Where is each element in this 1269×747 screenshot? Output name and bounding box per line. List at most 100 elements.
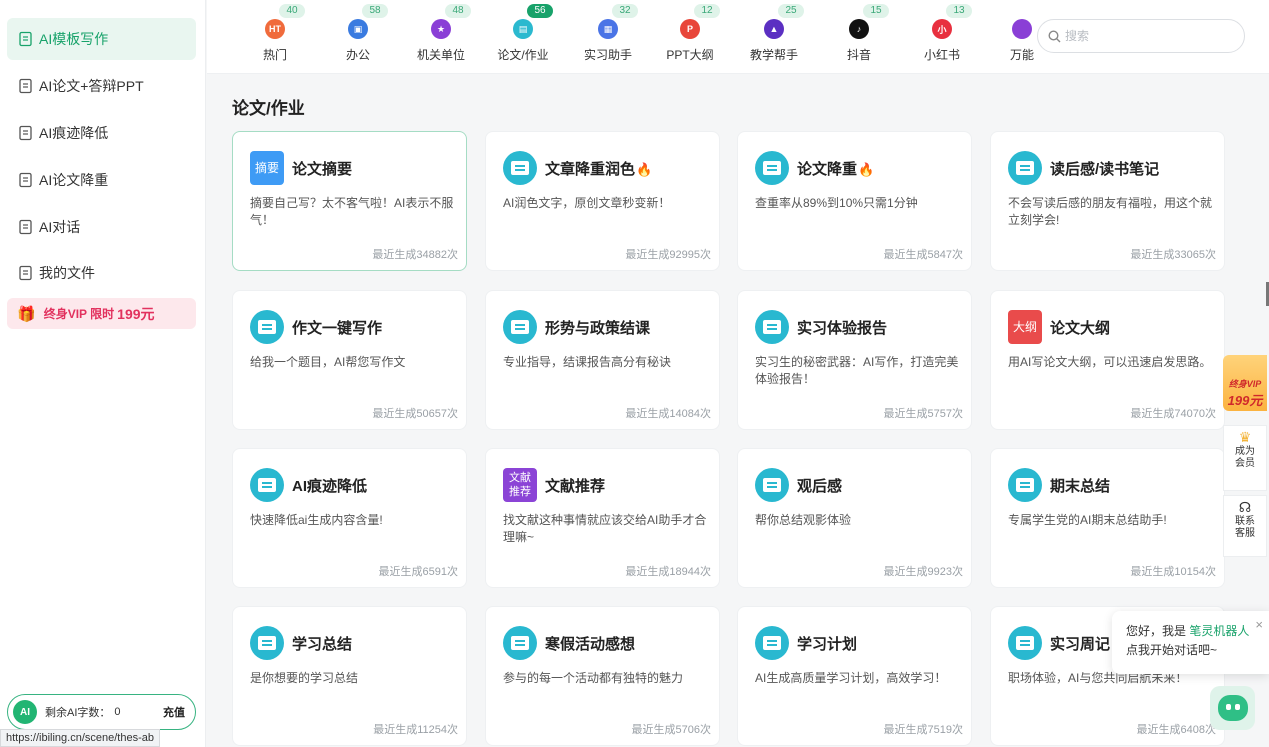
category-tab-1[interactable]: 58 ▣ 办公 bbox=[323, 0, 393, 73]
template-card-desc: 是你想要的学习总结 bbox=[250, 671, 359, 685]
template-card-usage: 最近生成14084次 bbox=[625, 408, 711, 420]
category-label: 万能 bbox=[1009, 48, 1034, 62]
template-card-title-wrap: 期末总结 bbox=[1050, 475, 1110, 496]
chat-greeting-bubble[interactable]: × 您好，我是 笔灵机器人 点我开始对话吧~ bbox=[1112, 611, 1269, 674]
recharge-button[interactable]: 充值 bbox=[163, 704, 185, 720]
template-card-title: 文献推荐 bbox=[545, 478, 606, 495]
fire-icon: 🔥 bbox=[858, 162, 875, 177]
template-card[interactable]: 论文降重🔥 查重率从89%到10%只需1分钟 最近生成5847次 bbox=[737, 131, 972, 271]
template-card-title: 观后感 bbox=[797, 478, 843, 495]
category-icon: HT bbox=[265, 19, 285, 39]
sidebar-item-3[interactable]: AI论文降重 bbox=[7, 159, 196, 201]
template-card[interactable]: 大纲 论文大纲 用AI写论文大纲，可以迅速启发思路。 最近生成74070次 bbox=[990, 290, 1225, 430]
template-card[interactable]: 形势与政策结课 专业指导，结课报告高分有秘诀 最近生成14084次 bbox=[485, 290, 720, 430]
template-card-title: 作文一键写作 bbox=[292, 320, 383, 337]
sidebar-item-2[interactable]: AI痕迹降低 bbox=[7, 112, 196, 154]
template-card-title-wrap: 论文摘要 bbox=[292, 158, 352, 179]
sidebar-item-0[interactable]: AI模板写作 bbox=[7, 18, 196, 60]
status-url: https://ibiling.cn/scene/thes-ab bbox=[0, 729, 160, 747]
sidebar-item-4[interactable]: AI对话 bbox=[7, 206, 196, 248]
template-icon bbox=[18, 31, 34, 47]
category-label: 小红书 bbox=[923, 48, 960, 62]
category-icon bbox=[1012, 19, 1032, 39]
template-card-title-wrap: 文献推荐 bbox=[545, 475, 605, 496]
category-tab-2[interactable]: 48 ★ 机关单位 bbox=[406, 0, 476, 73]
sidebar-item-label: AI模板写作 bbox=[39, 31, 109, 47]
search-input[interactable] bbox=[1065, 29, 1225, 43]
template-card-title-wrap: AI痕迹降低 bbox=[292, 475, 367, 496]
sidebar-item-label: AI对话 bbox=[39, 219, 81, 235]
sidebar-item-label: 我的文件 bbox=[39, 265, 95, 281]
template-card-desc: 参与的每一个活动都有独特的魅力 bbox=[503, 671, 684, 685]
category-tab-3[interactable]: 56 ▤ 论文/作业 bbox=[488, 0, 558, 73]
robot-assistant-button[interactable] bbox=[1210, 686, 1255, 730]
template-card-usage: 最近生成33065次 bbox=[1130, 249, 1216, 261]
book-icon bbox=[250, 626, 284, 660]
template-card[interactable]: 摘要 论文摘要 摘要自己写？太不客气啦！AI表示不服气！ 最近生成34882次 bbox=[232, 131, 467, 271]
vip-promo-banner[interactable]: 🎁 终身VIP 限时 199元 bbox=[7, 298, 196, 329]
template-card[interactable]: 读后感/读书笔记 不会写读后感的朋友有福啦，用这个就立刻学会! 最近生成33065次 bbox=[990, 131, 1225, 271]
close-icon[interactable]: × bbox=[1255, 615, 1263, 634]
category-count-badge: 32 bbox=[612, 4, 638, 18]
category-tab-4[interactable]: 32 ▦ 实习助手 bbox=[573, 0, 643, 73]
category-count-badge: 12 bbox=[694, 4, 720, 18]
category-tab-6[interactable]: 25 ▲ 教学帮手 bbox=[739, 0, 809, 73]
template-card[interactable]: 学习总结 是你想要的学习总结 最近生成11254次 bbox=[232, 606, 467, 746]
template-card[interactable]: 文献推荐 文献推荐 找文献这种事情就应该交给AI助手才合理嘛~ 最近生成18944次 bbox=[485, 448, 720, 588]
category-label: 实习助手 bbox=[583, 48, 632, 62]
category-tab-9[interactable]: 万能 bbox=[987, 0, 1057, 73]
vip-float-banner[interactable]: 终身VIP 199元 bbox=[1223, 355, 1267, 411]
book-icon bbox=[755, 151, 789, 185]
template-card[interactable]: 寒假活动感想 参与的每一个活动都有独特的魅力 最近生成5706次 bbox=[485, 606, 720, 746]
become-member-button[interactable]: ♛ 成为会员 bbox=[1223, 425, 1267, 491]
sidebar-item-label: AI论文+答辩PPT bbox=[39, 78, 144, 94]
template-card-title-wrap: 实习体验报告 bbox=[797, 317, 887, 338]
category-label: 论文/作业 bbox=[497, 48, 549, 62]
category-icon: ★ bbox=[431, 19, 451, 39]
template-card-title-wrap: 实习周记 bbox=[1050, 633, 1110, 654]
contact-service-button[interactable]: ☊ 联系客服 bbox=[1223, 495, 1267, 557]
book-icon bbox=[1008, 151, 1042, 185]
template-card[interactable]: 作文一键写作 给我一个题目，AI帮您写作文 最近生成50657次 bbox=[232, 290, 467, 430]
template-card-usage: 最近生成7519次 bbox=[883, 724, 963, 736]
template-card-title: 实习体验报告 bbox=[797, 320, 888, 337]
template-card-title: 寒假活动感想 bbox=[545, 636, 636, 653]
sidebar-item-5[interactable]: 我的文件 bbox=[7, 252, 196, 294]
category-icon: 小 bbox=[932, 19, 952, 39]
sidebar-item-1[interactable]: AI论文+答辩PPT bbox=[7, 65, 196, 107]
book-icon bbox=[250, 310, 284, 344]
book-icon bbox=[755, 626, 789, 660]
template-card-title: AI痕迹降低 bbox=[292, 478, 368, 495]
template-card-usage: 最近生成9923次 bbox=[883, 566, 963, 578]
category-tab-0[interactable]: 40 HT 热门 bbox=[240, 0, 310, 73]
chat-icon bbox=[18, 219, 34, 235]
template-card-desc: 实习生的秘密武器：AI写作，打造完美体验报告！ bbox=[755, 355, 959, 386]
template-card-title: 期末总结 bbox=[1050, 478, 1111, 495]
template-card-desc: 专业指导，结课报告高分有秘诀 bbox=[503, 355, 672, 369]
file-icon bbox=[18, 265, 34, 281]
template-card[interactable]: 实习体验报告实习生的秘密武器：AI写作，打造完美体验报告！ 最近生成5757次 bbox=[737, 290, 972, 430]
template-card[interactable]: AI痕迹降低 快速降低ai生成内容含量! 最近生成6591次 bbox=[232, 448, 467, 588]
category-tab-5[interactable]: 12 P PPT大纲 bbox=[655, 0, 725, 73]
book-icon bbox=[1008, 626, 1042, 660]
credits-label: 剩余AI字数： bbox=[45, 707, 111, 719]
template-card-desc: 帮你总结观影体验 bbox=[755, 513, 852, 527]
template-card-title: 学习计划 bbox=[797, 636, 858, 653]
template-card[interactable]: 期末总结 专属学生党的AI期末总结助手! 最近生成10154次 bbox=[990, 448, 1225, 588]
category-tab-8[interactable]: 13 小小红书 bbox=[907, 0, 977, 73]
sidebar-item-label: AI论文降重 bbox=[39, 172, 109, 188]
template-card-title-wrap: 观后感 bbox=[797, 475, 842, 496]
category-tab-7[interactable]: 15 ♪ 抖音 bbox=[824, 0, 894, 73]
book-icon bbox=[503, 626, 537, 660]
search-box[interactable] bbox=[1037, 19, 1245, 53]
category-icon: ▤ bbox=[513, 19, 533, 39]
template-card[interactable]: 文章降重润色🔥 AI润色文字，原创文章秒变新！ 最近生成92995次 bbox=[485, 131, 720, 271]
template-card[interactable]: 学习计划 AI生成高质量学习计划，高效学习！ 最近生成7519次 bbox=[737, 606, 972, 746]
category-icon: ♪ bbox=[849, 19, 869, 39]
template-card[interactable]: 观后感帮你总结观影体验最近生成9923次 bbox=[737, 448, 972, 588]
template-card-title: 论文摘要 bbox=[292, 161, 353, 178]
category-icon: ▲ bbox=[764, 19, 784, 39]
template-card-usage: 最近生成5757次 bbox=[883, 408, 963, 420]
category-label: 教学帮手 bbox=[749, 48, 798, 62]
chat-greeting: 您好，我是 bbox=[1126, 624, 1187, 638]
